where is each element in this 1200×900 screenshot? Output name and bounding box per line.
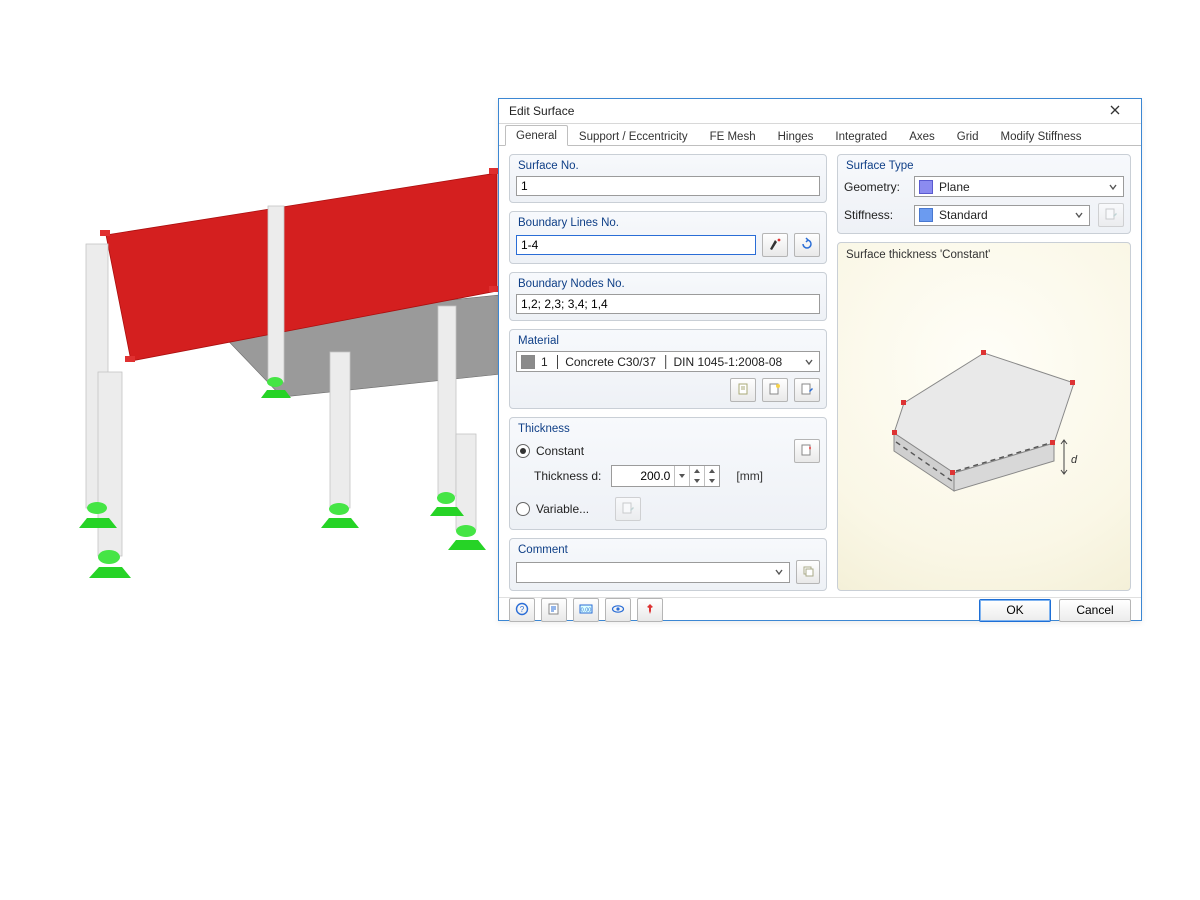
- help-button[interactable]: ?: [509, 598, 535, 622]
- edit-surface-dialog: Edit Surface General Support / Eccentric…: [498, 98, 1142, 621]
- spin-up-icon[interactable]: [690, 466, 704, 476]
- comment-library-button[interactable]: [796, 560, 820, 584]
- group-title: Material: [516, 334, 820, 351]
- toggle-lines-button[interactable]: [794, 233, 820, 257]
- units-icon: 0.00: [579, 602, 593, 619]
- units-button[interactable]: 0.00: [573, 598, 599, 622]
- group-material: Material 1 │ Concrete C30/37 │ DIN 1045-…: [509, 329, 827, 409]
- ok-button[interactable]: OK: [979, 599, 1051, 622]
- pick-lines-button[interactable]: [762, 233, 788, 257]
- geometry-label: Geometry:: [844, 180, 906, 194]
- thickness-preview: Surface thickness 'Constant' d: [837, 242, 1131, 591]
- thickness-d-input[interactable]: [612, 467, 674, 485]
- preview-caption: Surface thickness 'Constant': [846, 249, 1122, 261]
- thickness-constant-label: Constant: [536, 444, 584, 458]
- group-surface-type: Surface Type Geometry: Plane Stiffness:: [837, 154, 1131, 234]
- tab-bar: General Support / Eccentricity FE Mesh H…: [499, 124, 1141, 146]
- group-title: Surface Type: [844, 159, 1124, 176]
- group-title: Boundary Nodes No.: [516, 277, 820, 294]
- tab-hinges[interactable]: Hinges: [767, 126, 825, 146]
- material-library-button[interactable]: [730, 378, 756, 402]
- group-title: Thickness: [516, 422, 820, 439]
- cancel-button[interactable]: Cancel: [1059, 599, 1131, 622]
- group-thickness: Thickness Constant Thickness d:: [509, 417, 827, 530]
- svg-text:0.00: 0.00: [581, 607, 592, 613]
- close-button[interactable]: [1093, 99, 1137, 123]
- group-title: Boundary Lines No.: [516, 216, 820, 233]
- picker-icon: [768, 237, 782, 254]
- thickness-variable-radio[interactable]: [516, 502, 530, 516]
- chevron-down-icon: [1071, 206, 1087, 225]
- edit-list-icon: [800, 382, 814, 399]
- group-boundary-lines: Boundary Lines No.: [509, 211, 827, 264]
- group-surface-no: Surface No.: [509, 154, 827, 203]
- dialog-title: Edit Surface: [509, 104, 574, 118]
- eye-icon: [611, 602, 625, 619]
- tab-integrated[interactable]: Integrated: [824, 126, 898, 146]
- pin-button[interactable]: [637, 598, 663, 622]
- material-edit-button[interactable]: [794, 378, 820, 402]
- group-title: Comment: [516, 543, 820, 560]
- help-icon: ?: [515, 602, 529, 619]
- tab-axes[interactable]: Axes: [898, 126, 946, 146]
- tab-modify-stiff[interactable]: Modify Stiffness: [990, 126, 1093, 146]
- group-title: Surface No.: [516, 159, 820, 176]
- thickness-d-spinner[interactable]: [611, 465, 720, 487]
- edit-star-icon: [800, 443, 814, 460]
- stiffness-value: Standard: [939, 208, 1071, 222]
- comment-combo[interactable]: [516, 562, 790, 583]
- plane-swatch-icon: [919, 180, 933, 194]
- boundary-nodes-input[interactable]: [516, 294, 820, 314]
- thickness-pick-button[interactable]: [794, 439, 820, 463]
- tab-fe-mesh[interactable]: FE Mesh: [699, 126, 767, 146]
- thickness-variable-edit-button[interactable]: [615, 497, 641, 521]
- new-icon: [768, 382, 782, 399]
- stiffness-edit-button[interactable]: [1098, 203, 1124, 227]
- thickness-d-label: Thickness d:: [534, 469, 601, 483]
- thickness-constant-radio[interactable]: [516, 444, 530, 458]
- edit-icon: [621, 501, 635, 518]
- surface-no-input[interactable]: [516, 176, 820, 196]
- tab-support-ecc[interactable]: Support / Eccentricity: [568, 126, 699, 146]
- material-swatch-icon: [521, 355, 535, 369]
- material-new-button[interactable]: [762, 378, 788, 402]
- material-value: 1 │ Concrete C30/37 │ DIN 1045-1:2008-08: [541, 355, 801, 369]
- slab-preview-icon: d: [864, 323, 1104, 523]
- close-icon: [1110, 104, 1120, 118]
- chevron-down-icon: [771, 563, 787, 582]
- svg-text:?: ?: [520, 605, 525, 614]
- thickness-d-unit: [mm]: [736, 469, 763, 483]
- edit-icon: [1104, 207, 1118, 224]
- stiffness-label: Stiffness:: [844, 208, 906, 222]
- standard-swatch-icon: [919, 208, 933, 222]
- group-comment: Comment: [509, 538, 827, 591]
- tab-general[interactable]: General: [505, 125, 568, 146]
- loop-icon: [800, 237, 814, 254]
- step-up-icon[interactable]: [705, 466, 719, 476]
- chevron-down-icon: [1105, 177, 1121, 196]
- step-down-icon[interactable]: [705, 476, 719, 486]
- chevron-down-icon: [801, 352, 817, 371]
- stack-icon: [801, 564, 815, 581]
- group-boundary-nodes: Boundary Nodes No.: [509, 272, 827, 321]
- pin-icon: [643, 602, 657, 619]
- boundary-lines-input[interactable]: [516, 235, 756, 255]
- stiffness-select[interactable]: Standard: [914, 205, 1090, 226]
- geometry-value: Plane: [939, 180, 1105, 194]
- view-button[interactable]: [605, 598, 631, 622]
- notes-icon: [547, 602, 561, 619]
- spin-down-icon[interactable]: [690, 476, 704, 486]
- notes-button[interactable]: [541, 598, 567, 622]
- geometry-select[interactable]: Plane: [914, 176, 1124, 197]
- thickness-variable-label: Variable...: [536, 502, 589, 516]
- material-select[interactable]: 1 │ Concrete C30/37 │ DIN 1045-1:2008-08: [516, 351, 820, 372]
- svg-text:d: d: [1071, 454, 1078, 466]
- chevron-down-icon[interactable]: [675, 466, 689, 486]
- tab-grid[interactable]: Grid: [946, 126, 990, 146]
- book-icon: [736, 382, 750, 399]
